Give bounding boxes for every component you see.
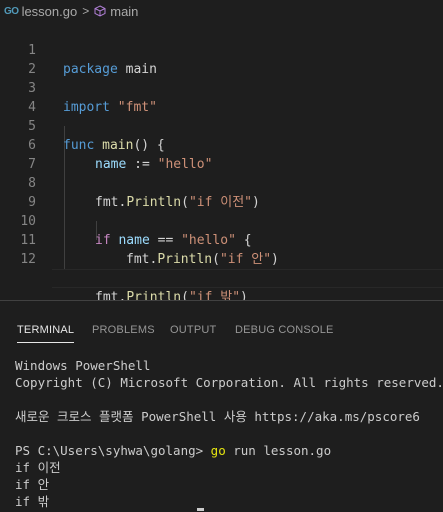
terminal-line: 새로운 크로스 플랫폼 PowerShell 사용 https://aka.ms… — [15, 409, 420, 424]
code-line[interactable]: 11 fmt.Println("if 안") — [0, 212, 443, 267]
terminal-line: if 이전 — [15, 460, 61, 475]
code-line[interactable]: 3 import "fmt" — [0, 60, 443, 115]
terminal-line: Windows PowerShell — [15, 358, 151, 373]
terminal-command: go — [210, 443, 226, 458]
terminal-line: Copyright (C) Microsoft Corporation. All… — [15, 375, 443, 390]
code-line-current[interactable]: 14 } — [0, 269, 443, 343]
code-line[interactable]: 7 — [0, 136, 443, 172]
code-line[interactable]: 1 package main — [0, 22, 443, 77]
terminal-prompt-line: PS C:\Users\syhwa\golang> go run lesson.… — [15, 442, 443, 459]
tab-debug-console[interactable]: DEBUG CONSOLE — [235, 324, 334, 336]
code-line[interactable]: 12 } — [0, 231, 443, 286]
code-line[interactable]: 9 — [0, 174, 443, 210]
code-line[interactable]: 4 — [0, 79, 443, 115]
code-line[interactable]: 5 func main() { — [0, 98, 443, 153]
terminal-line: if 밖 — [15, 494, 50, 509]
go-file-icon: GO — [4, 5, 19, 17]
code-line[interactable]: 6 name := "hello" — [0, 117, 443, 172]
breadcrumb: GO lesson.go > main — [0, 0, 443, 22]
code-line[interactable]: 10 if name == "hello" { — [0, 193, 443, 248]
breadcrumb-file[interactable]: lesson.go — [22, 4, 78, 19]
cube-icon — [94, 5, 106, 17]
terminal-args: run lesson.go — [225, 443, 332, 458]
code-line[interactable]: 13 fmt.Println("if 밖") — [0, 250, 443, 305]
terminal-line: if 안 — [15, 477, 50, 492]
breadcrumb-symbol[interactable]: main — [110, 4, 138, 19]
code-editor[interactable]: 1 package main 2 3 import "fmt" 4 5 func… — [0, 22, 443, 343]
chevron-right-icon: > — [82, 4, 90, 18]
code-line[interactable]: 8 fmt.Println("if 이전") — [0, 155, 443, 210]
bottom-panel: TERMINAL PROBLEMS OUTPUT DEBUG CONSOLE W… — [0, 300, 443, 512]
tab-problems[interactable]: PROBLEMS — [92, 324, 155, 336]
terminal-output[interactable]: Windows PowerShell Copyright (C) Microso… — [15, 357, 443, 510]
terminal-prompt: PS C:\Users\syhwa\golang> — [15, 443, 211, 458]
code-line[interactable]: 2 — [0, 41, 443, 77]
panel-tabs: TERMINAL PROBLEMS OUTPUT DEBUG CONSOLE — [0, 314, 443, 344]
tab-output[interactable]: OUTPUT — [170, 324, 216, 336]
tab-terminal[interactable]: TERMINAL — [17, 324, 75, 343]
current-line-highlight — [52, 269, 443, 288]
